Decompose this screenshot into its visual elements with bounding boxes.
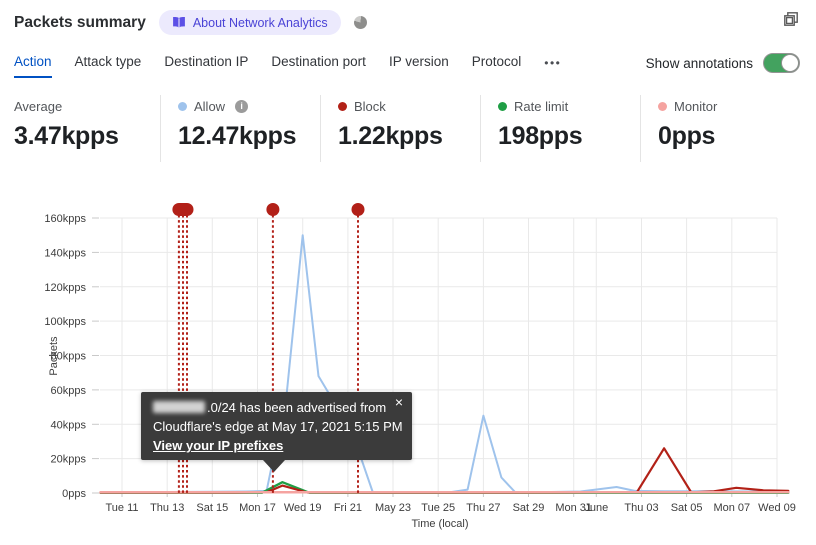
stat-label-monitor: Monitor (674, 98, 718, 114)
tab-action[interactable]: Action (14, 51, 52, 78)
svg-text:20kpps: 20kpps (51, 454, 87, 466)
tooltip-line-1: .0/24 has been advertised from (153, 398, 400, 417)
svg-text:Mon 07: Mon 07 (713, 502, 750, 514)
tab-destination-port[interactable]: Destination port (271, 51, 366, 78)
svg-text:0pps: 0pps (62, 488, 86, 500)
show-annotations-toggle[interactable] (763, 53, 800, 73)
stat-label-allow: Allow (194, 98, 226, 114)
annotation-tooltip: × .0/24 has been advertised from Cloudfl… (141, 392, 412, 472)
svg-text:Fri 21: Fri 21 (334, 502, 362, 514)
stat-rate-limit: Rate limit 198pps (480, 95, 640, 162)
stat-monitor: Monitor 0pps (640, 95, 800, 162)
tooltip-close-icon[interactable]: × (395, 394, 403, 410)
svg-text:Sat 15: Sat 15 (196, 502, 228, 514)
tooltip-line-2: Cloudflare's edge at May 17, 2021 5:15 P… (153, 419, 403, 434)
svg-text:160kpps: 160kpps (44, 213, 86, 225)
svg-text:Wed 09: Wed 09 (758, 502, 796, 514)
stat-value-rate-limit: 198pps (498, 122, 583, 150)
packets-chart: 0pps20kpps40kpps60kpps80kpps100kpps120kp… (44, 203, 796, 530)
annotation-dot (351, 203, 365, 216)
more-tabs-button[interactable]: ••• (544, 51, 561, 79)
duplicate-icon[interactable] (783, 11, 799, 32)
stat-label-average: Average (14, 98, 63, 114)
tab-destination-ip[interactable]: Destination IP (164, 51, 248, 78)
svg-text:Wed 19: Wed 19 (284, 502, 322, 514)
x-axis-title: Time (local) (411, 518, 468, 530)
stat-value-average: 3.47kpps (14, 122, 119, 150)
view-ip-prefixes-link[interactable]: View your IP prefixes (153, 436, 283, 455)
tab-protocol[interactable]: Protocol (472, 51, 522, 78)
stat-label-rate-limit: Rate limit (514, 98, 569, 114)
annotation-dot (266, 203, 280, 216)
redacted-ip-prefix (153, 401, 205, 413)
svg-text:May 23: May 23 (375, 502, 411, 514)
book-icon (172, 17, 185, 28)
info-icon[interactable]: i (235, 99, 249, 113)
svg-text:40kpps: 40kpps (51, 419, 87, 431)
svg-text:Thu 27: Thu 27 (466, 502, 500, 514)
block-legend-dot (338, 101, 347, 111)
show-annotations-label: Show annotations (645, 55, 753, 71)
about-badge-label: About Network Analytics (192, 15, 328, 30)
y-axis-title: Packets (48, 336, 60, 376)
toggle-knob (781, 54, 799, 72)
rate-limit-legend-dot (498, 101, 507, 111)
svg-text:June: June (584, 502, 608, 514)
svg-text:100kpps: 100kpps (44, 316, 86, 328)
chart-axis-labels: 0pps20kpps40kpps60kpps80kpps100kpps120kp… (44, 213, 795, 530)
tab-ip-version[interactable]: IP version (389, 51, 449, 78)
about-network-analytics-badge[interactable]: About Network Analytics (158, 10, 341, 35)
svg-text:140kpps: 140kpps (44, 247, 86, 259)
show-annotations-control: Show annotations (646, 51, 800, 73)
pie-loading-icon (353, 16, 367, 29)
tooltip-caret (263, 460, 285, 472)
stats-row: Average 3.47kpps Allow i 12.47kpps Block… (14, 95, 800, 162)
svg-text:Thu 03: Thu 03 (624, 502, 658, 514)
svg-text:Thu 13: Thu 13 (150, 502, 184, 514)
allow-legend-dot (178, 101, 187, 111)
stat-value-block: 1.22kpps (338, 122, 443, 150)
stat-value-allow: 12.47kpps (178, 122, 297, 150)
svg-text:Tue 11: Tue 11 (105, 502, 138, 514)
panel-header: Packets summary About Network Analytics (14, 10, 367, 35)
stat-label-block: Block (354, 98, 386, 114)
stat-allow: Allow i 12.47kpps (160, 95, 320, 162)
svg-text:120kpps: 120kpps (44, 282, 86, 294)
annotation-dot-cluster (172, 203, 194, 216)
svg-text:Tue 25: Tue 25 (421, 502, 455, 514)
stat-average: Average 3.47kpps (14, 95, 160, 162)
monitor-legend-dot (658, 101, 667, 111)
page-title: Packets summary (14, 13, 146, 31)
svg-text:Mon 17: Mon 17 (239, 502, 276, 514)
svg-text:Sat 29: Sat 29 (513, 502, 545, 514)
stat-value-monitor: 0pps (658, 122, 716, 150)
tab-bar: Action Attack type Destination IP Destin… (14, 51, 800, 79)
tab-attack-type[interactable]: Attack type (75, 51, 142, 78)
svg-text:Sat 05: Sat 05 (671, 502, 703, 514)
packets-summary-panel: 0pps 20kpps 40kpps 60kpps 80kpps 100kpps 120kp… (0, 0, 816, 545)
svg-text:60kpps: 60kpps (51, 385, 87, 397)
stat-block: Block 1.22kpps (320, 95, 480, 162)
